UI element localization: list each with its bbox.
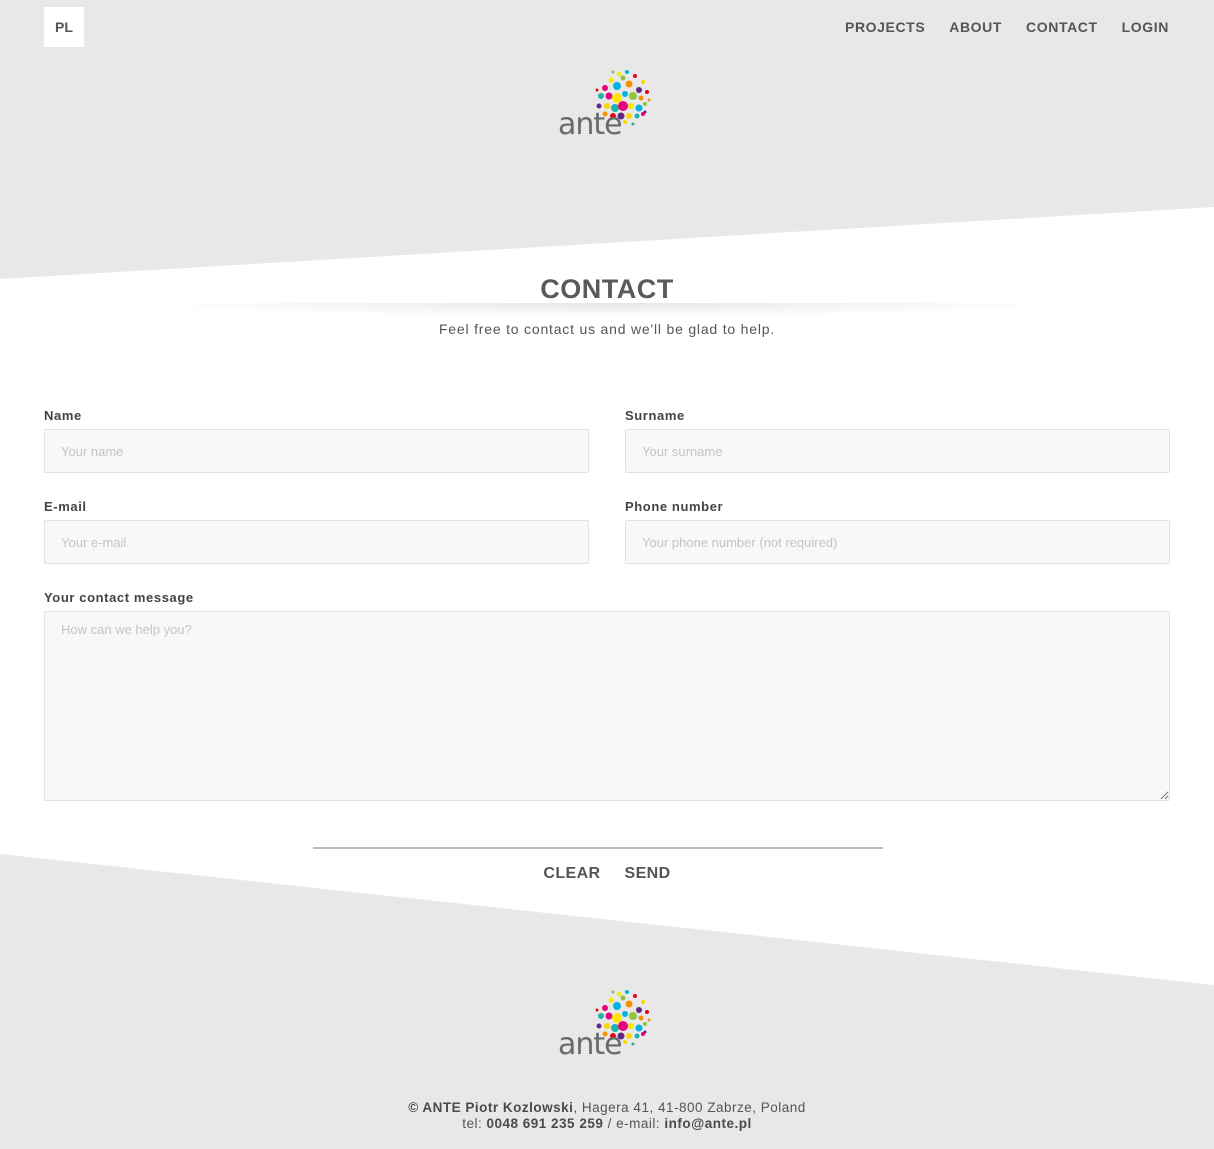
form-actions: CLEAR SEND bbox=[0, 865, 1214, 883]
logo-dot bbox=[625, 1000, 633, 1008]
logo-dot bbox=[605, 92, 613, 100]
logo-dot bbox=[629, 1012, 637, 1020]
name-label: Name bbox=[44, 408, 82, 423]
surname-label: Surname bbox=[625, 408, 685, 423]
footer-email-label: / e-mail: bbox=[603, 1116, 665, 1131]
logo-dot bbox=[634, 113, 640, 119]
logo-dot bbox=[623, 1040, 627, 1044]
logo-dot bbox=[623, 120, 627, 124]
logo-dot bbox=[598, 93, 604, 99]
message-label: Your contact message bbox=[44, 590, 194, 605]
logo-dot bbox=[611, 70, 615, 74]
phone-input[interactable] bbox=[625, 520, 1170, 564]
logo-dot bbox=[635, 104, 643, 112]
surname-input[interactable] bbox=[625, 429, 1170, 473]
logo-dot bbox=[612, 93, 622, 103]
logo-dot bbox=[620, 75, 626, 81]
language-switch-button[interactable]: PL bbox=[44, 7, 84, 47]
logo-dot bbox=[625, 990, 629, 994]
footer-email[interactable]: info@ante.pl bbox=[664, 1116, 751, 1131]
logo-dot bbox=[602, 85, 608, 91]
footer-phone[interactable]: 0048 691 235 259 bbox=[486, 1116, 603, 1131]
footer-logo-wordmark: ante bbox=[558, 1027, 622, 1062]
logo-dot bbox=[645, 1010, 649, 1014]
email-field-group: E-mail bbox=[44, 499, 589, 564]
surname-field-group: Surname bbox=[625, 408, 1170, 473]
logo-dot bbox=[626, 113, 632, 119]
background-bands bbox=[0, 0, 1214, 1149]
form-divider bbox=[313, 847, 883, 849]
logo-dot bbox=[622, 1011, 628, 1017]
logo-dot bbox=[641, 80, 645, 84]
logo-dot bbox=[643, 110, 647, 114]
logo-dot bbox=[636, 1007, 642, 1013]
logo-dot bbox=[595, 1008, 599, 1012]
logo-dot bbox=[622, 91, 628, 97]
logo-dot bbox=[613, 82, 621, 90]
message-textarea[interactable] bbox=[44, 611, 1170, 801]
logo-dot bbox=[643, 1022, 647, 1026]
logo-dot bbox=[617, 992, 621, 996]
footer-contact-line: tel: 0048 691 235 259 / e-mail: info@ant… bbox=[0, 1116, 1214, 1132]
clear-button[interactable]: CLEAR bbox=[543, 865, 600, 883]
logo-dot bbox=[638, 1015, 644, 1021]
logo-dot bbox=[645, 90, 649, 94]
logo-dot bbox=[633, 994, 637, 998]
logo-dot bbox=[635, 1024, 643, 1032]
logo-dot bbox=[634, 1033, 640, 1039]
footer-address-line: © ANTE Piotr Kozlowski, Hagera 41, 41-80… bbox=[0, 1100, 1214, 1116]
phone-label: Phone number bbox=[625, 499, 724, 514]
page-title: CONTACT bbox=[540, 274, 674, 304]
message-field-group: Your contact message bbox=[44, 590, 1170, 806]
footer-company: © ANTE Piotr Kozlowski bbox=[408, 1100, 574, 1115]
footer-ante-logo[interactable]: ante bbox=[555, 986, 655, 1072]
phone-field-group: Phone number bbox=[625, 499, 1170, 564]
logo-dot bbox=[643, 1030, 647, 1034]
logo-dot bbox=[625, 70, 629, 74]
logo-dot bbox=[608, 77, 614, 83]
send-button[interactable]: SEND bbox=[625, 865, 671, 883]
nav-login[interactable]: LOGIN bbox=[1122, 19, 1169, 35]
footer-tel-label: tel: bbox=[462, 1116, 487, 1131]
logo-dot bbox=[647, 98, 651, 102]
nav-about[interactable]: ABOUT bbox=[949, 19, 1002, 35]
logo-dot bbox=[620, 995, 626, 1001]
logo-dot bbox=[643, 102, 647, 106]
nav-projects[interactable]: PROJECTS bbox=[845, 19, 925, 35]
name-input[interactable] bbox=[44, 429, 589, 473]
logo-dot bbox=[611, 990, 615, 994]
logo-dot bbox=[598, 1013, 604, 1019]
ante-logo[interactable]: ante bbox=[555, 66, 655, 152]
footer-info: © ANTE Piotr Kozlowski, Hagera 41, 41-80… bbox=[0, 1100, 1214, 1132]
logo-dot bbox=[595, 88, 599, 92]
email-input[interactable] bbox=[44, 520, 589, 564]
title-shadow bbox=[140, 303, 1074, 317]
logo-dot bbox=[631, 122, 635, 126]
logo-dot bbox=[605, 1012, 613, 1020]
logo-dot bbox=[612, 1013, 622, 1023]
logo-dot bbox=[641, 1000, 645, 1004]
logo-dot bbox=[613, 1002, 621, 1010]
logo-dot bbox=[629, 92, 637, 100]
logo-dot bbox=[617, 72, 621, 76]
logo-dot bbox=[638, 95, 644, 101]
logo-dot bbox=[625, 80, 633, 88]
logo-dot bbox=[647, 1018, 651, 1022]
logo-dot bbox=[636, 87, 642, 93]
logo-dot bbox=[628, 1023, 634, 1029]
footer-address: , Hagera 41, 41-800 Zabrze, Poland bbox=[573, 1100, 806, 1115]
page-subtitle: Feel free to contact us and we'll be gla… bbox=[438, 321, 776, 337]
logo-dot bbox=[631, 1042, 635, 1046]
logo-dot bbox=[626, 1033, 632, 1039]
logo-dot bbox=[633, 74, 637, 78]
email-label: E-mail bbox=[44, 499, 87, 514]
logo-wordmark: ante bbox=[558, 107, 622, 142]
main-nav: PROJECTS ABOUT CONTACT LOGIN bbox=[845, 19, 1169, 35]
logo-dot bbox=[602, 1005, 608, 1011]
logo-dot bbox=[628, 103, 634, 109]
logo-dot bbox=[608, 997, 614, 1003]
nav-contact[interactable]: CONTACT bbox=[1026, 19, 1098, 35]
name-field-group: Name bbox=[44, 408, 589, 473]
